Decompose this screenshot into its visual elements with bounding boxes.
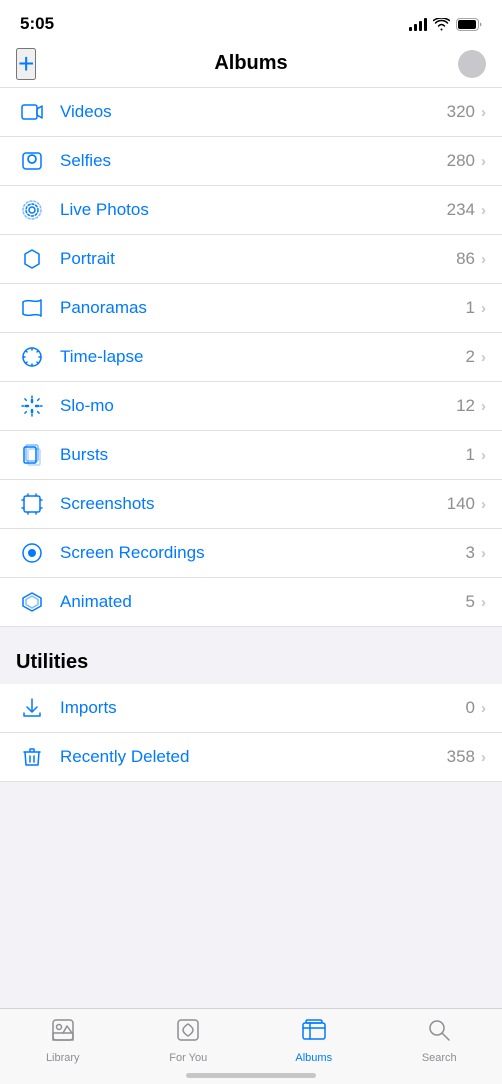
slomo-label: Slo-mo — [60, 396, 456, 416]
list-item-screen-recordings[interactable]: Screen Recordings 3 › — [0, 529, 502, 578]
screen-recordings-chevron: › — [481, 545, 486, 562]
tab-albums-label: Albums — [295, 1052, 332, 1064]
bursts-chevron: › — [481, 447, 486, 464]
status-time: 5:05 — [20, 14, 54, 34]
imports-label: Imports — [60, 698, 466, 718]
selfies-chevron: › — [481, 153, 486, 170]
selfies-count: 280 — [447, 151, 475, 171]
portrait-chevron: › — [481, 251, 486, 268]
for-you-tab-icon — [175, 1017, 201, 1048]
screen-recordings-count: 3 — [466, 543, 475, 563]
tab-for-you[interactable]: For You — [126, 1017, 252, 1064]
wifi-icon — [433, 18, 450, 31]
screenshots-chevron: › — [481, 496, 486, 513]
list-item-imports[interactable]: Imports 0 › — [0, 684, 502, 733]
selfie-icon — [16, 149, 48, 173]
list-item-live-photos[interactable]: Live Photos 234 › — [0, 186, 502, 235]
list-item-animated[interactable]: Animated 5 › — [0, 578, 502, 627]
live-photos-count: 234 — [447, 200, 475, 220]
list-item-slomo[interactable]: Slo-mo 12 › — [0, 382, 502, 431]
tab-library[interactable]: Library — [0, 1017, 126, 1064]
list-item-bursts[interactable]: Bursts 1 › — [0, 431, 502, 480]
imports-count: 0 — [466, 698, 475, 718]
tab-library-label: Library — [46, 1052, 80, 1064]
portrait-count: 86 — [456, 249, 475, 269]
bursts-icon — [16, 443, 48, 467]
animated-label: Animated — [60, 592, 466, 612]
import-icon — [16, 696, 48, 720]
slomo-count: 12 — [456, 396, 475, 416]
bursts-count: 1 — [466, 445, 475, 465]
videos-label: Videos — [60, 102, 447, 122]
portrait-icon — [16, 247, 48, 271]
live-photos-icon — [16, 198, 48, 222]
live-photos-chevron: › — [481, 202, 486, 219]
album-list: Videos 320 › Selfies 280 › Live Photos — [0, 88, 502, 627]
timelapse-label: Time-lapse — [60, 347, 466, 367]
recently-deleted-label: Recently Deleted — [60, 747, 447, 767]
screen-recordings-label: Screen Recordings — [60, 543, 466, 563]
panoramas-count: 1 — [466, 298, 475, 318]
bursts-label: Bursts — [60, 445, 466, 465]
list-item-selfies[interactable]: Selfies 280 › — [0, 137, 502, 186]
tab-albums[interactable]: Albums — [251, 1017, 377, 1064]
status-bar: 5:05 — [0, 0, 502, 42]
videos-count: 320 — [447, 102, 475, 122]
panoramas-label: Panoramas — [60, 298, 466, 318]
tab-search[interactable]: Search — [377, 1017, 502, 1064]
panorama-icon — [16, 296, 48, 320]
animated-icon — [16, 590, 48, 614]
live-photos-label: Live Photos — [60, 200, 447, 220]
videos-chevron: › — [481, 104, 486, 121]
portrait-label: Portrait — [60, 249, 456, 269]
screen-recording-icon — [16, 541, 48, 565]
albums-header: + Albums — [0, 42, 502, 88]
animated-chevron: › — [481, 594, 486, 611]
timelapse-chevron: › — [481, 349, 486, 366]
list-item-timelapse[interactable]: Time-lapse 2 › — [0, 333, 502, 382]
utilities-title: Utilities — [16, 651, 88, 673]
list-item-videos[interactable]: Videos 320 › — [0, 88, 502, 137]
list-item-panoramas[interactable]: Panoramas 1 › — [0, 284, 502, 333]
albums-tab-icon — [301, 1017, 327, 1048]
screenshots-count: 140 — [447, 494, 475, 514]
page-title: Albums — [214, 52, 287, 75]
screenshot-icon — [16, 492, 48, 516]
timelapse-count: 2 — [466, 347, 475, 367]
imports-chevron: › — [481, 700, 486, 717]
battery-icon — [456, 18, 482, 31]
tab-search-label: Search — [422, 1052, 457, 1064]
signal-bars-icon — [409, 17, 427, 31]
avatar[interactable] — [458, 50, 486, 78]
library-tab-icon — [50, 1017, 76, 1048]
list-item-recently-deleted[interactable]: Recently Deleted 358 › — [0, 733, 502, 782]
slomo-icon — [16, 394, 48, 418]
video-icon — [16, 100, 48, 124]
panoramas-chevron: › — [481, 300, 486, 317]
slomo-chevron: › — [481, 398, 486, 415]
status-icons — [409, 17, 482, 31]
selfies-label: Selfies — [60, 151, 447, 171]
search-tab-icon — [426, 1017, 452, 1048]
add-album-button[interactable]: + — [16, 48, 36, 80]
utilities-section-header: Utilities — [0, 627, 502, 684]
recently-deleted-count: 358 — [447, 747, 475, 767]
main-content: Videos 320 › Selfies 280 › Live Photos — [0, 88, 502, 872]
recently-deleted-chevron: › — [481, 749, 486, 766]
animated-count: 5 — [466, 592, 475, 612]
utilities-list: Imports 0 › Recently Deleted 358 › — [0, 684, 502, 782]
screenshots-label: Screenshots — [60, 494, 447, 514]
list-item-portrait[interactable]: Portrait 86 › — [0, 235, 502, 284]
timelapse-icon — [16, 345, 48, 369]
list-item-screenshots[interactable]: Screenshots 140 › — [0, 480, 502, 529]
trash-icon — [16, 745, 48, 769]
tab-for-you-label: For You — [169, 1052, 207, 1064]
home-indicator — [186, 1073, 316, 1078]
